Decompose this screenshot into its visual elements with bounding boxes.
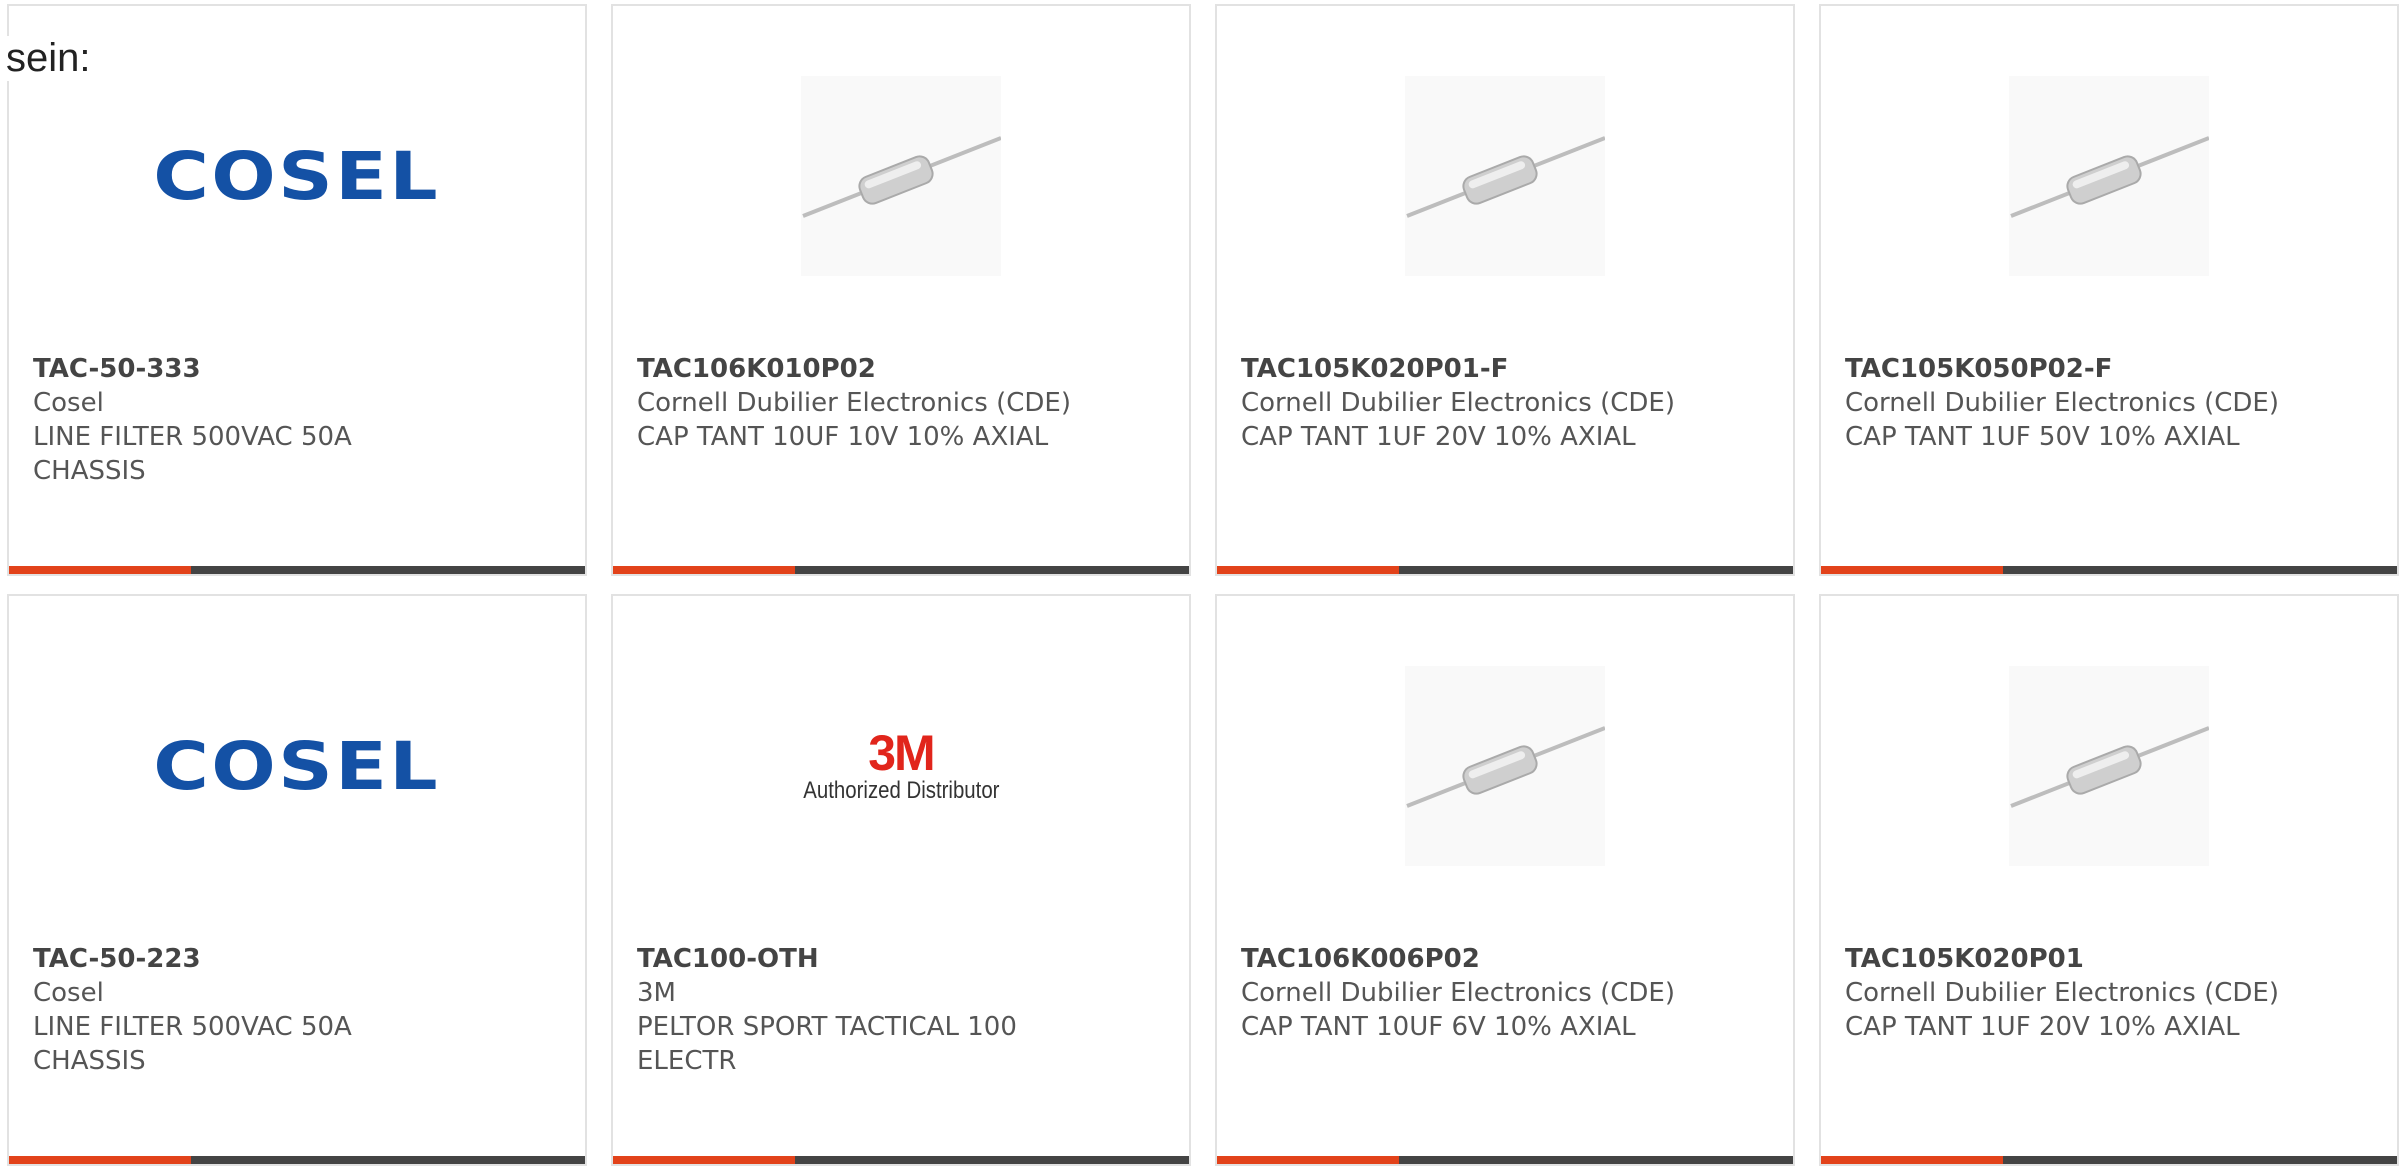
product-image xyxy=(1821,656,2397,876)
card-footer-accent xyxy=(613,566,795,574)
product-card[interactable]: 3M Authorized Distributor TAC100-OTH 3M … xyxy=(611,594,1191,1166)
axial-capacitor-icon xyxy=(1405,76,1605,276)
product-image xyxy=(1217,66,1793,286)
manufacturer: Cornell Dubilier Electronics (CDE) xyxy=(637,388,1071,418)
card-footer-bar xyxy=(613,1156,1189,1164)
cosel-logo: COSEL xyxy=(153,137,441,215)
axial-capacitor-icon xyxy=(801,76,1001,276)
card-footer-accent xyxy=(613,1156,795,1164)
cosel-logo: COSEL xyxy=(153,727,441,805)
product-card[interactable]: TAC106K006P02 Cornell Dubilier Electroni… xyxy=(1215,594,1795,1166)
product-image xyxy=(613,66,1189,286)
card-footer-bar xyxy=(1217,1156,1793,1164)
card-footer-accent xyxy=(1821,566,2003,574)
3m-logo: 3M Authorized Distributor xyxy=(802,725,1000,804)
part-number[interactable]: TAC106K010P02 xyxy=(637,352,1169,386)
card-footer-accent xyxy=(1821,1156,2003,1164)
description: CAP TANT 1UF 20V 10% AXIAL xyxy=(1241,422,1636,452)
part-number[interactable]: TAC106K006P02 xyxy=(1241,942,1773,976)
product-image xyxy=(1217,656,1793,876)
part-number[interactable]: TAC105K050P02-F xyxy=(1845,352,2377,386)
card-footer-bar xyxy=(9,1156,585,1164)
card-footer-accent xyxy=(1217,1156,1399,1164)
product-image: 3M Authorized Distributor xyxy=(613,656,1189,876)
card-footer-bar xyxy=(1821,566,2397,574)
card-footer-bar xyxy=(9,566,585,574)
manufacturer: Cosel xyxy=(33,388,104,418)
product-image: COSEL xyxy=(9,66,585,286)
part-number[interactable]: TAC105K020P01 xyxy=(1845,942,2377,976)
card-footer-bar xyxy=(1217,566,1793,574)
axial-capacitor-icon xyxy=(2009,76,2209,276)
part-number[interactable]: TAC-50-333 xyxy=(33,352,565,386)
description: CAP TANT 10UF 10V 10% AXIAL xyxy=(637,422,1049,452)
axial-capacitor-icon xyxy=(1405,666,1605,866)
manufacturer: Cornell Dubilier Electronics (CDE) xyxy=(1241,388,1675,418)
description: PELTOR SPORT TACTICAL 100 ELECTR xyxy=(637,1012,1017,1076)
description: CAP TANT 1UF 50V 10% AXIAL xyxy=(1845,422,2240,452)
card-footer-accent xyxy=(1217,566,1399,574)
manufacturer: Cornell Dubilier Electronics (CDE) xyxy=(1845,388,2279,418)
product-grid: COSEL TAC-50-333 Cosel LINE FILTER 500VA… xyxy=(0,0,2400,1166)
manufacturer: Cornell Dubilier Electronics (CDE) xyxy=(1845,978,2279,1008)
manufacturer: Cosel xyxy=(33,978,104,1008)
part-number[interactable]: TAC100-OTH xyxy=(637,942,1169,976)
card-footer-bar xyxy=(613,566,1189,574)
product-card[interactable]: TAC106K010P02 Cornell Dubilier Electroni… xyxy=(611,4,1191,576)
product-card[interactable]: TAC105K020P01 Cornell Dubilier Electroni… xyxy=(1819,594,2399,1166)
axial-capacitor-icon xyxy=(2009,666,2209,866)
card-footer-accent xyxy=(9,566,191,574)
part-number[interactable]: TAC-50-223 xyxy=(33,942,565,976)
product-card[interactable]: TAC105K050P02-F Cornell Dubilier Electro… xyxy=(1819,4,2399,576)
manufacturer: 3M xyxy=(637,978,676,1008)
description: CAP TANT 10UF 6V 10% AXIAL xyxy=(1241,1012,1636,1042)
description: LINE FILTER 500VAC 50A CHASSIS xyxy=(33,422,352,486)
product-card[interactable]: COSEL TAC-50-333 Cosel LINE FILTER 500VA… xyxy=(7,4,587,576)
intro-text: sein: xyxy=(6,36,95,81)
product-card[interactable]: COSEL TAC-50-223 Cosel LINE FILTER 500VA… xyxy=(7,594,587,1166)
product-image: COSEL xyxy=(9,656,585,876)
product-card[interactable]: TAC105K020P01-F Cornell Dubilier Electro… xyxy=(1215,4,1795,576)
description: CAP TANT 1UF 20V 10% AXIAL xyxy=(1845,1012,2240,1042)
card-footer-bar xyxy=(1821,1156,2397,1164)
manufacturer: Cornell Dubilier Electronics (CDE) xyxy=(1241,978,1675,1008)
card-footer-accent xyxy=(9,1156,191,1164)
product-image xyxy=(1821,66,2397,286)
description: LINE FILTER 500VAC 50A CHASSIS xyxy=(33,1012,352,1076)
part-number[interactable]: TAC105K020P01-F xyxy=(1241,352,1773,386)
